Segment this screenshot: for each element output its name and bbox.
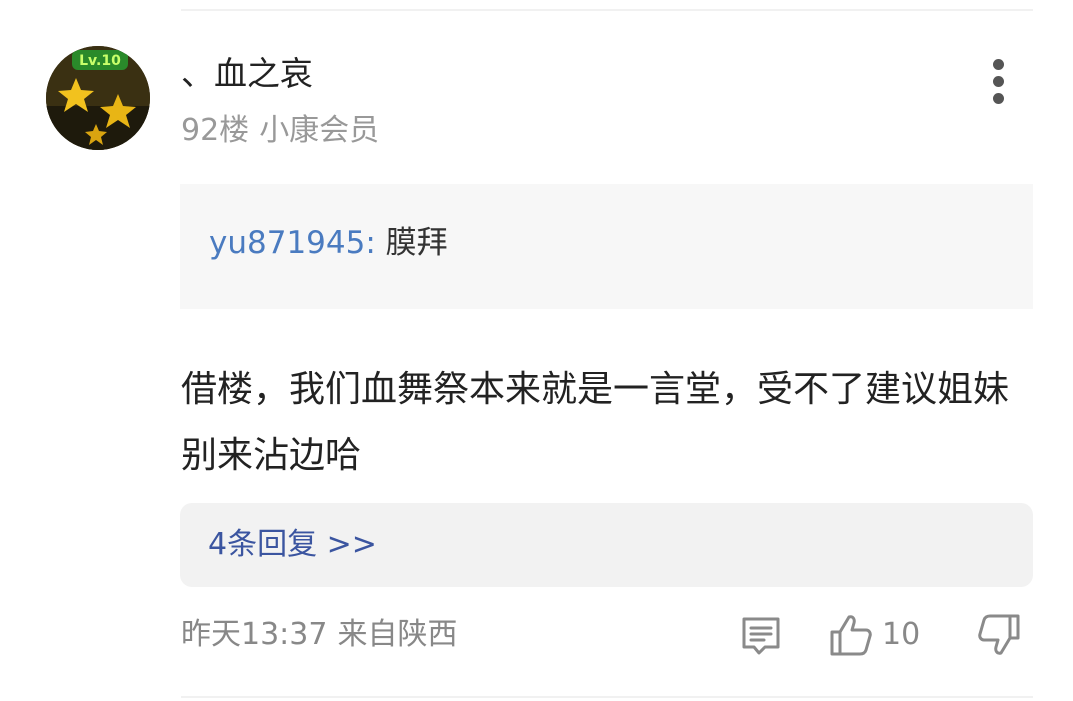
quoted-content: 膜拜 — [385, 225, 448, 261]
user-meta: 92楼 小康会员 — [181, 112, 379, 150]
quoted-username[interactable]: yu871945: — [209, 225, 376, 261]
like-count: 10 — [882, 617, 921, 652]
avatar-badge-text: Lv.10 — [79, 53, 121, 69]
more-vertical-icon — [993, 93, 1004, 104]
top-divider — [181, 9, 1033, 11]
avatar-image: Lv.10 — [46, 46, 150, 150]
comment-time: 昨天13:37 — [181, 617, 328, 652]
quoted-reply-text: yu871945: 膜拜 — [209, 223, 448, 263]
more-options-button[interactable] — [978, 56, 1020, 106]
comment-icon — [742, 617, 780, 655]
comment-location: 来自陕西 — [337, 617, 458, 652]
dislike-button[interactable] — [976, 612, 1022, 658]
thumbs-down-icon — [978, 614, 1020, 655]
more-vertical-icon — [993, 59, 1004, 70]
like-button[interactable] — [828, 612, 874, 658]
floor-number: 92楼 — [181, 113, 250, 148]
member-level: 小康会员 — [259, 113, 380, 148]
bottom-divider — [181, 696, 1033, 698]
view-replies-button[interactable]: 4条回复 >> — [180, 503, 1033, 587]
more-vertical-icon — [993, 76, 1004, 87]
quoted-reply: yu871945: 膜拜 — [180, 184, 1033, 309]
username[interactable]: 、血之哀 — [181, 54, 313, 94]
comment-body: 借楼，我们血舞祭本来就是一言堂，受不了建议姐妹别来沾边哈 — [181, 369, 1010, 476]
thumbs-up-icon — [830, 615, 872, 656]
reply-button[interactable] — [738, 613, 784, 659]
comment-footer-meta: 昨天13:37 来自陕西 — [181, 615, 457, 655]
avatar[interactable]: Lv.10 — [46, 46, 150, 150]
view-replies-label: 4条回复 >> — [208, 527, 377, 562]
